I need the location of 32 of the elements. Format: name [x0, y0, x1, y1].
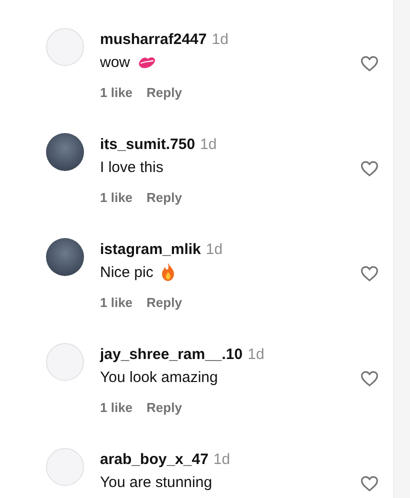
comment-text: Nice pic: [100, 264, 154, 280]
reply-link[interactable]: Reply: [146, 295, 182, 310]
heart-icon[interactable]: [360, 55, 379, 72]
comment-time: 1d: [200, 136, 217, 153]
comment-text: wow: [100, 54, 130, 70]
comment-text: You are stunning: [100, 474, 212, 490]
flame-icon: [161, 263, 176, 281]
likes-count[interactable]: 1 like: [100, 400, 133, 415]
comment-time: 1d: [248, 346, 264, 363]
comment-text: You look amazing: [100, 368, 218, 386]
username-link[interactable]: musharraf2447: [100, 31, 207, 48]
comment-text: I love this: [100, 158, 164, 176]
heart-icon[interactable]: [360, 370, 379, 387]
lips-icon: [138, 56, 156, 68]
comment-time: 1d: [206, 241, 223, 258]
comment-time: 1d: [213, 451, 230, 468]
reply-link[interactable]: Reply: [146, 190, 182, 205]
username-link[interactable]: istagram_mlik: [100, 241, 201, 258]
avatar-photo-placeholder[interactable]: [46, 133, 84, 171]
heart-icon[interactable]: [360, 475, 379, 492]
likes-count[interactable]: 1 like: [100, 295, 133, 310]
comment-time: 1d: [212, 31, 228, 48]
likes-count[interactable]: 1 like: [100, 190, 133, 205]
likes-count[interactable]: 1 like: [100, 85, 133, 100]
heart-icon[interactable]: [360, 160, 379, 177]
reply-link[interactable]: Reply: [146, 400, 182, 415]
username-link[interactable]: jay_shree_ram__.10: [100, 346, 243, 363]
username-link[interactable]: its_sumit.750: [100, 136, 196, 153]
reply-link[interactable]: Reply: [146, 85, 182, 100]
avatar-photo-placeholder[interactable]: [46, 238, 84, 276]
username-link[interactable]: arab_boy_x_47: [100, 451, 208, 468]
heart-icon[interactable]: [360, 265, 379, 282]
